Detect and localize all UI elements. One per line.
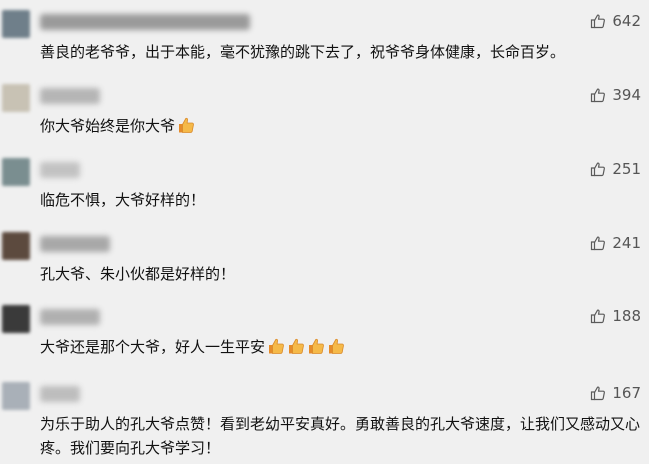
comment-item: 167 为乐于助人的孔大爷点赞！看到老幼平安真好。勇敢善良的孔大爷速度，让我们又感… (0, 382, 649, 462)
comment-text-block: 大爷还是那个大爷，好人一生平安 (40, 335, 640, 359)
comment-text-block: 临危不惧，大爷好样的！ (40, 188, 640, 212)
like-count: 642 (612, 12, 641, 30)
comment-text: 大爷还是那个大爷，好人一生平安 (40, 338, 266, 356)
username-blurred[interactable] (40, 309, 100, 325)
comment-text: 临危不惧，大爷好样的！ (40, 191, 206, 209)
avatar[interactable] (2, 232, 30, 260)
like-button[interactable]: 394 (590, 84, 641, 106)
thumbs-up-icon (590, 13, 606, 29)
like-button[interactable]: 167 (590, 382, 641, 404)
thumbs-up-emoji-icon (265, 338, 285, 356)
comment-item: 251 临危不惧，大爷好样的！ (0, 158, 649, 228)
comment-text-block: 为乐于助人的孔大爷点赞！看到老幼平安真好。勇敢善良的孔大爷速度，让我们又感动又心… (40, 412, 640, 460)
username-blurred[interactable] (40, 162, 80, 178)
like-count: 241 (612, 234, 641, 252)
like-count: 394 (612, 86, 641, 104)
comment-text-block: 孔大爷、朱小伙都是好样的！ (40, 262, 640, 286)
username-blurred[interactable] (40, 236, 110, 252)
username-blurred[interactable] (40, 386, 80, 402)
comment-text: 孔大爷、朱小伙都是好样的！ (40, 265, 236, 283)
avatar[interactable] (2, 382, 30, 410)
avatar[interactable] (2, 84, 30, 112)
thumbs-up-icon (590, 235, 606, 251)
comment-item: 188 大爷还是那个大爷，好人一生平安 (0, 305, 649, 377)
avatar[interactable] (2, 158, 30, 186)
comment-text: 善良的老爷爷，出于本能，毫不犹豫的跳下去了，祝爷爷身体健康，长命百岁。 (40, 43, 566, 61)
thumbs-up-icon (590, 161, 606, 177)
thumbs-up-icon (590, 308, 606, 324)
thumbs-up-icon (590, 87, 606, 103)
comment-text-block: 你大爷始终是你大爷 (40, 114, 640, 138)
like-button[interactable]: 188 (590, 305, 641, 327)
comment-item: 394 你大爷始终是你大爷 (0, 84, 649, 154)
comment-text-block: 善良的老爷爷，出于本能，毫不犹豫的跳下去了，祝爷爷身体健康，长命百岁。 (40, 40, 640, 64)
comment-item: 241 孔大爷、朱小伙都是好样的！ (0, 232, 649, 302)
like-button[interactable]: 241 (590, 232, 641, 254)
comment-item: 642 善良的老爷爷，出于本能，毫不犹豫的跳下去了，祝爷爷身体健康，长命百岁。 (0, 10, 649, 80)
thumbs-up-emoji-icon (285, 338, 305, 356)
username-blurred[interactable] (40, 14, 250, 30)
thumbs-up-icon (590, 385, 606, 401)
like-button[interactable]: 642 (590, 10, 641, 32)
avatar[interactable] (2, 305, 30, 333)
thumbs-up-emoji-icon (325, 338, 345, 356)
like-count: 188 (612, 307, 641, 325)
like-count: 167 (612, 384, 641, 402)
like-count: 251 (612, 160, 641, 178)
thumbs-up-emoji-icon (305, 338, 325, 356)
comment-text: 为乐于助人的孔大爷点赞！看到老幼平安真好。勇敢善良的孔大爷速度，让我们又感动又心… (40, 415, 641, 457)
thumbs-up-emoji-icon (175, 117, 195, 135)
avatar[interactable] (2, 10, 30, 38)
comment-text: 你大爷始终是你大爷 (40, 117, 176, 135)
like-button[interactable]: 251 (590, 158, 641, 180)
username-blurred[interactable] (40, 88, 100, 104)
